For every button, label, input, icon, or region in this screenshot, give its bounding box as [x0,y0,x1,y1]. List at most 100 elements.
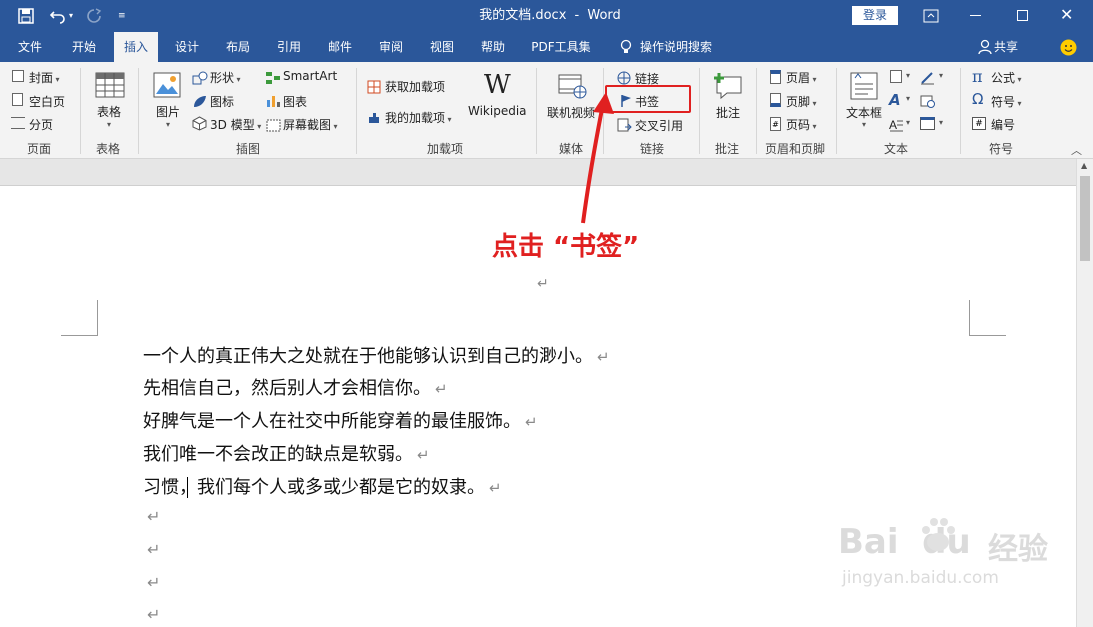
customize-qat-icon[interactable]: ≡ [118,0,126,32]
group-separator [756,68,757,154]
comment-button[interactable]: 批注 [716,104,740,121]
save-icon[interactable] [18,0,34,35]
cross-reference-button[interactable]: 交叉引用 [635,117,683,134]
group-label-pages: 页面 [27,142,52,156]
paragraph[interactable]: 习惯，我们每个人或多或少都是它的奴隶。 ↵ [143,473,502,499]
footer-button[interactable]: 页脚 ▾ [786,93,817,110]
object-icon[interactable] [920,117,935,130]
paragraph-mark: ↵ [525,413,538,431]
paragraph[interactable]: 我们唯一不会改正的缺点是软弱。 ↵ [143,440,430,466]
minimize-icon[interactable] [970,15,981,16]
tab-design[interactable]: 设计 [165,32,209,62]
tab-pdf-tools[interactable]: PDF工具集 [524,32,598,62]
lightbulb-icon [620,39,632,59]
table-dropdown-icon[interactable]: ▾ [107,120,111,129]
shapes-label: 形状 [210,71,235,85]
pictures-icon [153,72,181,102]
undo-icon[interactable] [49,0,66,35]
tab-file[interactable]: 文件 [8,32,52,62]
smartart-button[interactable]: SmartArt [283,69,337,83]
paragraph-mark: ↵ [435,380,448,398]
wordart-icon[interactable]: A [889,91,901,109]
group-label-comments: 批注 [715,142,740,156]
wikipedia-icon: W [484,70,511,100]
empty-paragraph-mark: ↵ [147,605,161,624]
drop-cap-dropdown-icon[interactable]: ▾ [906,118,910,127]
tab-references[interactable]: 引用 [267,32,311,62]
table-icon [95,72,125,102]
ribbon-tab-bar: 文件 开始 插入 设计 布局 引用 邮件 审阅 视图 帮助 PDF工具集 操作说… [0,32,1093,62]
signature-line-icon[interactable] [920,70,935,89]
symbol-button[interactable]: 符号 ▾ [991,93,1022,110]
group-separator [80,68,81,154]
wordart-dropdown-icon[interactable]: ▾ [906,94,910,103]
cover-page-label: 封面 [29,71,54,85]
paragraph[interactable]: 好脾气是一个人在社交中所能穿着的最佳服饰。 ↵ [143,407,538,433]
tab-home[interactable]: 开始 [62,32,106,62]
share-button[interactable]: 共享 [994,32,1024,62]
scrollbar-thumb[interactable] [1080,176,1090,261]
symbol-omega-icon: Ω [972,90,984,108]
drop-cap-icon[interactable]: A [889,117,903,136]
date-time-icon[interactable] [920,93,935,112]
online-video-button[interactable]: 联机视频 [547,104,595,121]
table-button[interactable]: 表格 [97,103,121,120]
collapse-ribbon-icon[interactable]: ︿ [1071,142,1082,158]
maximize-icon[interactable] [1017,10,1028,21]
tell-me-search[interactable]: 操作说明搜索 [640,32,722,62]
pictures-dropdown-icon[interactable]: ▾ [166,120,170,129]
pictures-button[interactable]: 图片 [156,103,180,120]
get-addins-button[interactable]: 获取加载项 [385,78,445,95]
redo-icon [86,0,102,35]
group-separator [836,68,837,154]
cover-page-button[interactable]: 封面 ▾ [29,69,60,86]
group-separator [138,68,139,154]
empty-paragraph-mark: ↵ [147,540,161,559]
page-break-button[interactable]: 分页 [29,116,53,133]
quick-parts-dropdown-icon[interactable]: ▾ [906,71,910,80]
text-box-button[interactable]: 文本框 [846,104,882,121]
shapes-icon [192,70,208,89]
object-dropdown-icon[interactable]: ▾ [939,118,943,127]
number-button[interactable]: 编号 [991,116,1015,133]
smiley-feedback-icon[interactable] [1060,39,1077,60]
close-icon[interactable]: ✕ [1060,5,1073,24]
my-addins-button[interactable]: 我的加载项 ▾ [385,109,452,126]
title-separator: - [574,8,580,23]
screenshot-button[interactable]: 屏幕截图 ▾ [283,116,338,133]
document-page[interactable]: ↵ 一个人的真正伟大之处就在于他能够认识到自己的渺小。 ↵ 先相信自己，然后别人才… [0,186,1076,627]
paw-icon [920,516,956,560]
paragraph-mark: ↵ [489,479,502,497]
page-number-button[interactable]: 页码 ▾ [786,116,817,133]
undo-dropdown-icon[interactable]: ▾ [69,0,73,32]
tab-layout[interactable]: 布局 [216,32,260,62]
vertical-scrollbar[interactable]: ▲ [1076,159,1093,627]
chart-button[interactable]: 图表 [283,93,307,110]
ribbon-display-options-icon[interactable] [923,8,939,27]
icons-button[interactable]: 图标 [210,93,234,110]
signature-dropdown-icon[interactable]: ▾ [939,71,943,80]
paragraph[interactable]: 一个人的真正伟大之处就在于他能够认识到自己的渺小。 ↵ [143,342,610,368]
app-name: Word [587,8,621,23]
header-button[interactable]: 页眉 ▾ [786,69,817,86]
blank-page-button[interactable]: 空白页 [29,93,65,110]
sign-in-button[interactable]: 登录 [852,6,898,25]
group-label-tables: 表格 [96,142,121,156]
equation-button[interactable]: 公式 ▾ [991,69,1022,86]
icons-icon [192,93,208,112]
equation-pi-icon: π [972,67,983,86]
3d-model-button[interactable]: 3D 模型 ▾ [210,116,261,133]
share-person-icon [978,39,992,59]
scroll-up-icon[interactable]: ▲ [1081,161,1087,170]
paragraph-text: 一个人的真正伟大之处就在于他能够认识到自己的渺小。 [143,346,593,367]
tab-help[interactable]: 帮助 [471,32,515,62]
quick-parts-icon[interactable] [890,70,902,83]
text-box-dropdown-icon[interactable]: ▾ [862,120,866,129]
paragraph[interactable]: 先相信自己，然后别人才会相信你。 ↵ [143,374,448,400]
shapes-button[interactable]: 形状 ▾ [210,69,241,86]
tab-review[interactable]: 审阅 [369,32,413,62]
wikipedia-button[interactable]: Wikipedia [468,104,527,118]
tab-insert[interactable]: 插入 [114,32,158,62]
tab-view[interactable]: 视图 [420,32,464,62]
tab-mailings[interactable]: 邮件 [318,32,362,62]
